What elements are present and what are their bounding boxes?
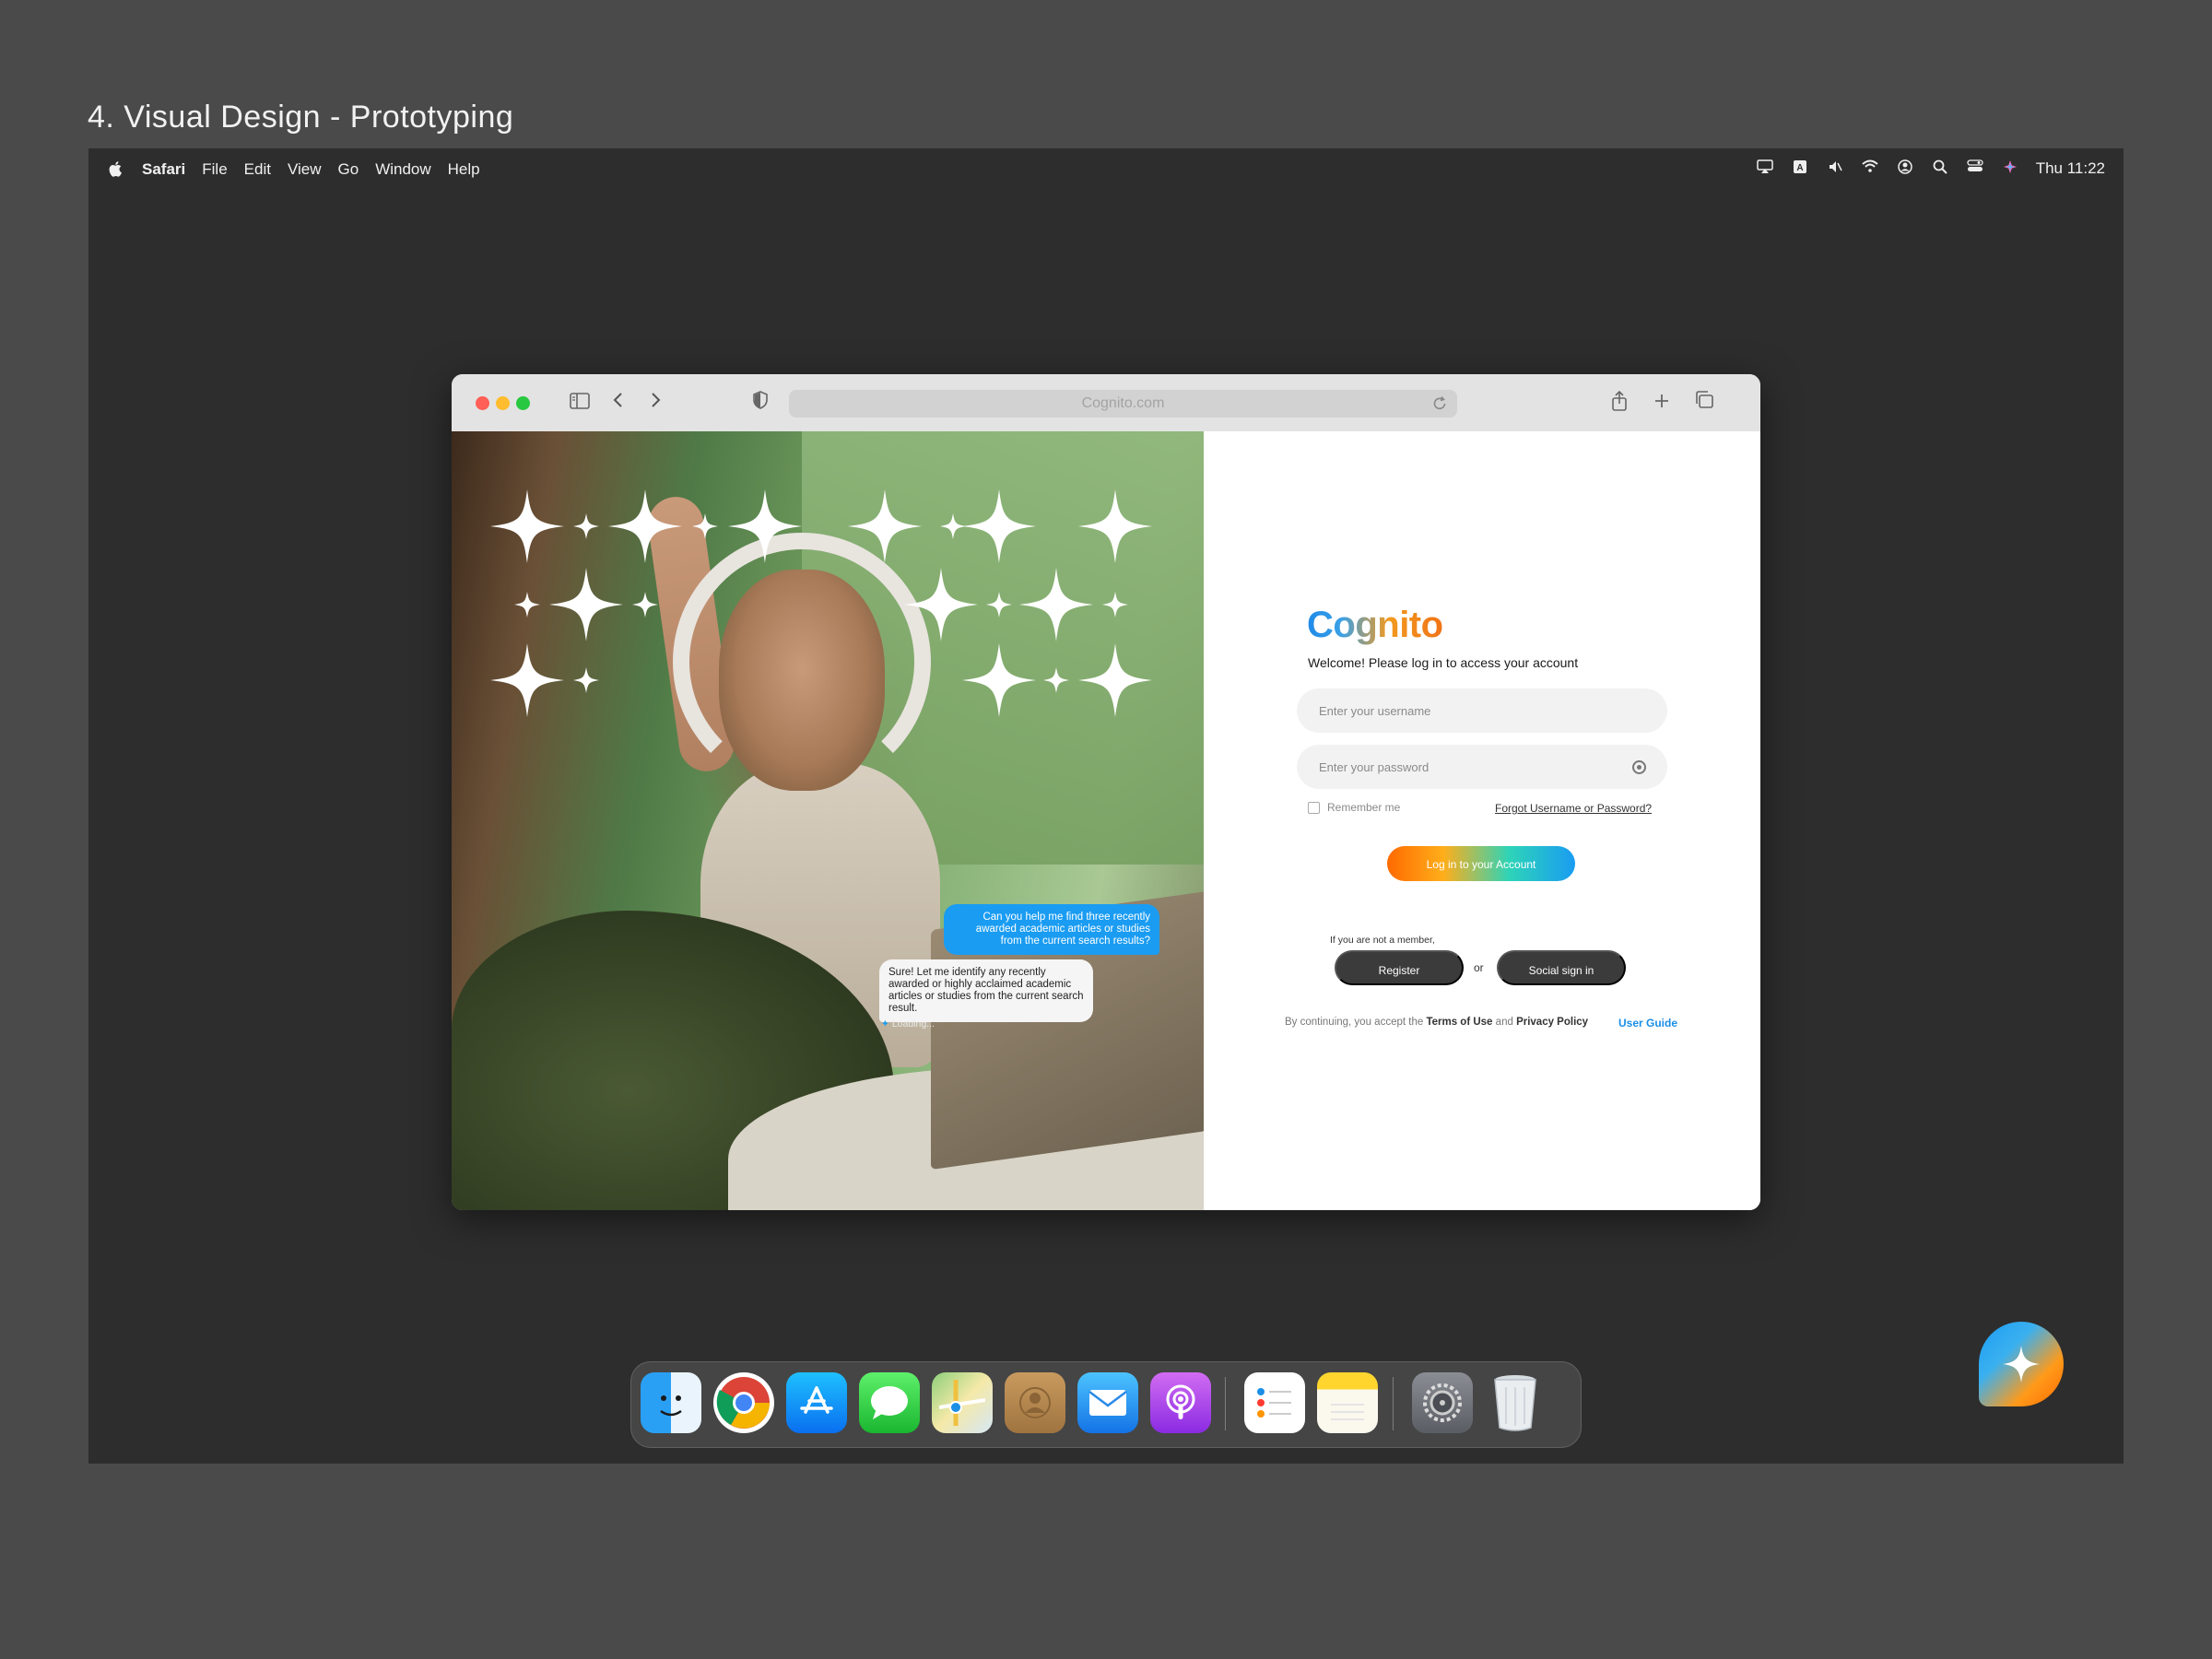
cognito-assistant-button[interactable]	[1979, 1322, 2064, 1406]
safari-window: Cognito.com Can you help me find three r…	[452, 374, 1760, 1210]
back-chevron-icon[interactable]	[606, 391, 630, 415]
trash-icon[interactable]	[1485, 1372, 1546, 1433]
menu-bar: Safari File Edit View Go Window Help A T…	[88, 148, 2124, 191]
loading-text: Loading...	[891, 1018, 935, 1030]
sidebar-toggle-icon[interactable]	[568, 391, 592, 415]
sparkle-icon	[2003, 1346, 2040, 1382]
remember-me-checkbox[interactable]	[1308, 801, 1320, 814]
remember-me[interactable]: Remember me	[1308, 801, 1400, 814]
close-window-button[interactable]	[476, 396, 489, 410]
minimize-window-button[interactable]	[496, 396, 510, 410]
menu-help[interactable]: Help	[448, 160, 480, 179]
privacy-shield-icon[interactable]	[748, 391, 772, 415]
sparkle-pattern-icon	[490, 489, 1152, 717]
slide-title: 4. Visual Design - Prototyping	[88, 100, 514, 135]
svg-text:A: A	[1796, 163, 1803, 173]
messages-icon[interactable]	[859, 1372, 920, 1433]
reload-icon[interactable]	[1431, 390, 1448, 420]
show-password-eye-icon[interactable]	[1632, 760, 1646, 774]
welcome-text: Welcome! Please log in to access your ac…	[1308, 655, 1579, 670]
password-input[interactable]	[1297, 745, 1667, 789]
login-panel: Cognito Welcome! Please log in to access…	[1204, 431, 1760, 1210]
control-center-icon[interactable]	[1966, 159, 1984, 178]
address-bar[interactable]: Cognito.com	[789, 390, 1457, 418]
menu-window[interactable]: Window	[375, 160, 430, 179]
menu-view[interactable]: View	[288, 160, 322, 179]
chrome-icon[interactable]	[713, 1372, 774, 1433]
chat-loading-indicator: ✦ Loading...	[881, 1018, 935, 1030]
menu-file[interactable]: File	[202, 160, 227, 179]
wifi-icon[interactable]	[1861, 159, 1879, 178]
dock	[630, 1361, 1582, 1448]
mute-icon[interactable]	[1826, 159, 1844, 178]
menu-app-safari[interactable]: Safari	[142, 160, 185, 179]
desktop-screen: Safari File Edit View Go Window Help A T…	[88, 148, 2124, 1464]
user-guide-link[interactable]: User Guide	[1618, 1017, 1677, 1030]
app-store-icon[interactable]	[786, 1372, 847, 1433]
system-settings-icon[interactable]	[1412, 1372, 1473, 1433]
spotlight-search-icon[interactable]	[1931, 159, 1949, 178]
maps-icon[interactable]	[932, 1372, 993, 1433]
chat-user-bubble: Can you help me find three recently awar…	[944, 904, 1159, 955]
username-input[interactable]	[1297, 688, 1667, 733]
user-account-icon[interactable]	[1896, 159, 1914, 178]
notes-icon[interactable]	[1317, 1372, 1378, 1433]
sparkle-icon: ✦	[881, 1018, 889, 1030]
remember-me-label: Remember me	[1327, 801, 1401, 814]
forgot-credentials-link[interactable]: Forgot Username or Password?	[1495, 802, 1652, 815]
legal-text: By continuing, you accept the Terms of U…	[1285, 1017, 1589, 1028]
new-tab-plus-icon[interactable]	[1650, 391, 1674, 415]
chat-ai-bubble: Sure! Let me identify any recently award…	[879, 959, 1093, 1022]
hero-photo: Can you help me find three recently awar…	[452, 431, 1204, 1210]
menu-go[interactable]: Go	[338, 160, 359, 179]
not-member-text: If you are not a member,	[1330, 935, 1435, 946]
input-source-icon[interactable]: A	[1791, 159, 1809, 178]
register-button[interactable]: Register	[1335, 950, 1464, 985]
airplay-icon[interactable]	[1756, 159, 1774, 178]
login-button[interactable]: Log in to your Account	[1387, 846, 1575, 881]
podcasts-icon[interactable]	[1150, 1372, 1211, 1433]
or-separator: or	[1474, 961, 1484, 974]
forward-chevron-icon[interactable]	[643, 391, 667, 415]
address-bar-url: Cognito.com	[1081, 395, 1165, 411]
terms-of-use-link[interactable]: Terms of Use	[1426, 1017, 1492, 1028]
siri-icon[interactable]	[2001, 159, 2019, 178]
reminders-icon[interactable]	[1244, 1372, 1305, 1433]
social-sign-in-button[interactable]: Social sign in	[1497, 950, 1626, 985]
mail-icon[interactable]	[1077, 1372, 1138, 1433]
menu-edit[interactable]: Edit	[244, 160, 271, 179]
apple-logo-icon[interactable]	[107, 160, 125, 179]
contacts-icon[interactable]	[1005, 1372, 1065, 1433]
menu-clock[interactable]: Thu 11:22	[2036, 159, 2105, 178]
share-icon[interactable]	[1607, 390, 1631, 415]
cognito-logo: Cognito	[1307, 605, 1443, 645]
privacy-policy-link[interactable]: Privacy Policy	[1516, 1017, 1588, 1028]
zoom-window-button[interactable]	[516, 396, 530, 410]
tab-overview-icon[interactable]	[1692, 391, 1716, 415]
browser-toolbar: Cognito.com	[452, 374, 1760, 432]
finder-icon[interactable]	[641, 1372, 701, 1433]
